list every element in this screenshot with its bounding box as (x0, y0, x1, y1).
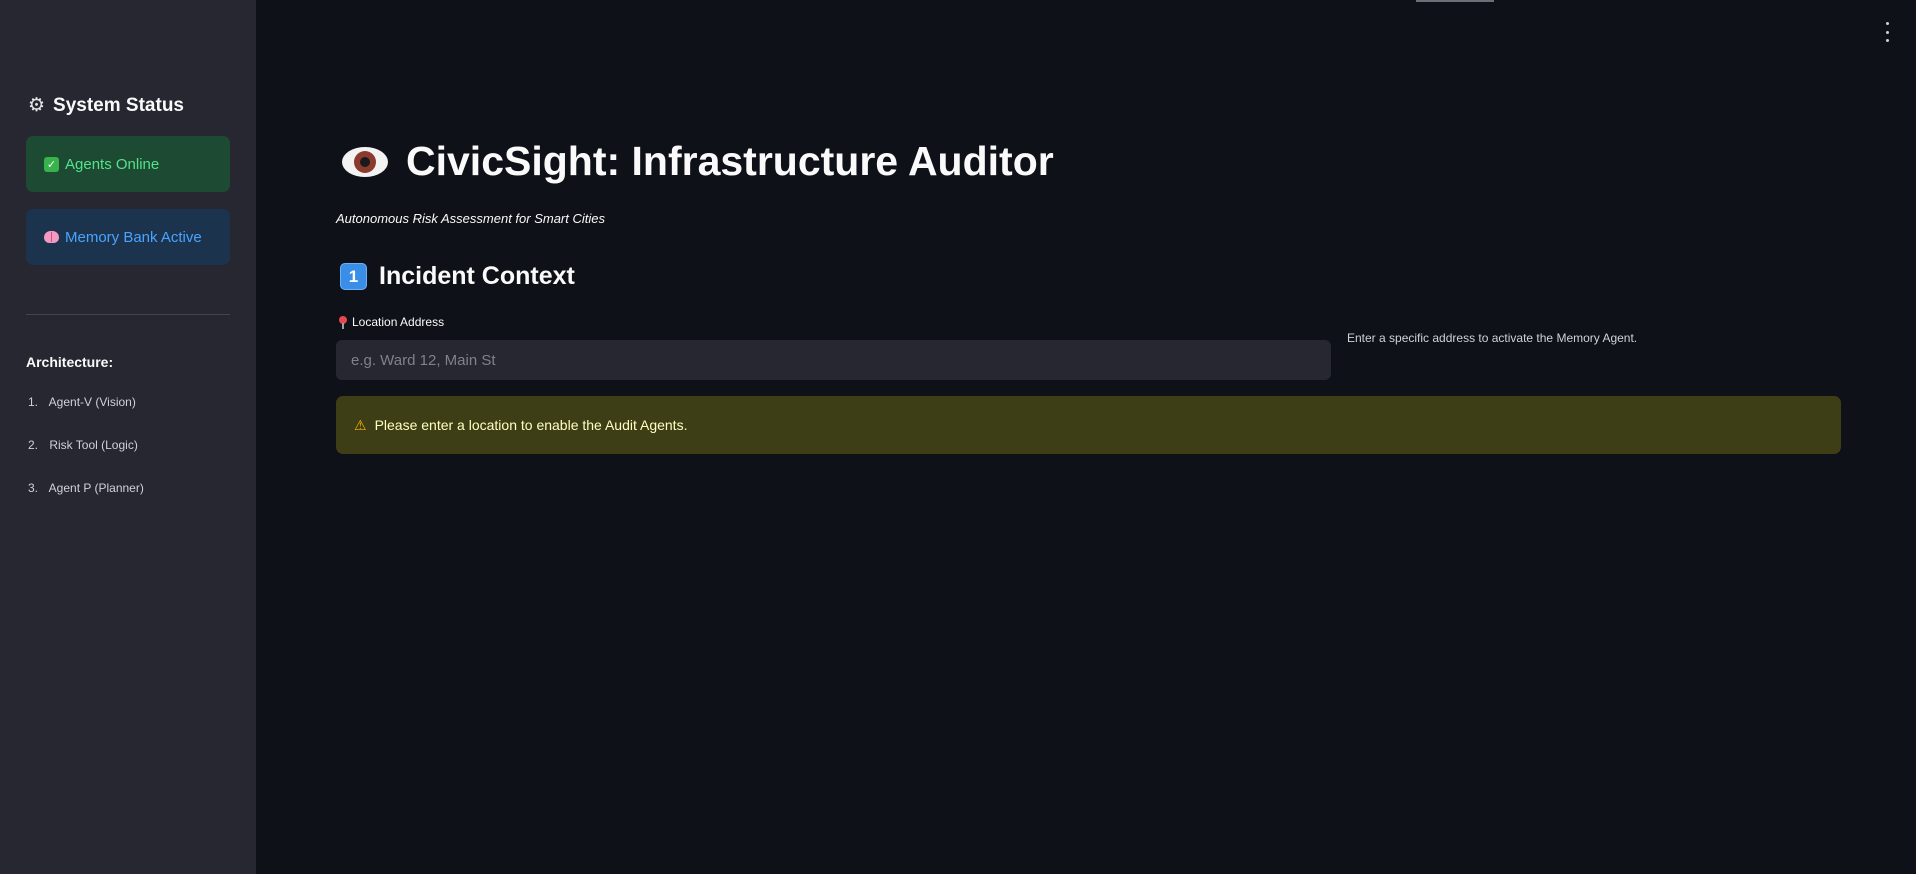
architecture-item-number: 1. (28, 395, 39, 409)
architecture-list: 1. Agent-V (Vision) 2. Risk Tool (Logic)… (28, 394, 144, 523)
architecture-item-label: Agent P (Planner) (48, 481, 144, 495)
memory-bank-text: Memory Bank Active (65, 228, 202, 246)
eye-icon (342, 146, 388, 177)
more-options-icon[interactable] (1880, 22, 1894, 42)
check-mark-icon: ✓ (44, 156, 59, 172)
memory-bank-alert: Memory Bank Active (26, 209, 230, 265)
system-status-heading: ⚙ System Status (28, 94, 184, 117)
architecture-item-number: 3. (28, 481, 39, 495)
architecture-item-label: Risk Tool (Logic) (49, 438, 138, 452)
gear-icon: ⚙ (28, 95, 46, 116)
location-label-text: Location Address (352, 315, 445, 329)
agents-online-text: Agents Online (65, 155, 160, 173)
sidebar-divider (26, 314, 230, 315)
architecture-heading: Architecture: (26, 354, 114, 370)
page-title-text: CivicSight: Infrastructure Auditor (406, 138, 1054, 184)
location-address-input[interactable] (336, 340, 1331, 380)
warning-text: Please enter a location to enable the Au… (374, 417, 688, 433)
architecture-item: 2. Risk Tool (Logic) (28, 437, 144, 480)
app-root: ⚙ System Status ✓ Agents Online Memory B… (0, 0, 1916, 874)
top-loading-indicator (1416, 0, 1494, 2)
warning-icon: ⚠ (354, 416, 367, 433)
page-subtitle: Autonomous Risk Assessment for Smart Cit… (336, 211, 605, 226)
architecture-item: 3. Agent P (Planner) (28, 480, 144, 523)
keycap-one-icon: 1 (340, 263, 367, 290)
location-label: Location Address (338, 315, 444, 329)
sidebar: ⚙ System Status ✓ Agents Online Memory B… (0, 0, 256, 874)
architecture-item-label: Agent-V (Vision) (48, 395, 136, 409)
location-help-text: Enter a specific address to activate the… (1347, 331, 1638, 345)
section-heading: 1 Incident Context (340, 262, 575, 291)
architecture-item-number: 2. (28, 438, 39, 452)
warning-alert: ⚠ Please enter a location to enable the … (336, 396, 1841, 454)
pin-icon (338, 315, 348, 329)
system-status-title: System Status (53, 94, 184, 116)
agents-online-alert: ✓ Agents Online (26, 136, 230, 192)
brain-icon (44, 231, 59, 243)
architecture-item: 1. Agent-V (Vision) (28, 394, 144, 437)
page-title: CivicSight: Infrastructure Auditor (342, 138, 1054, 185)
section-heading-text: Incident Context (379, 262, 575, 290)
